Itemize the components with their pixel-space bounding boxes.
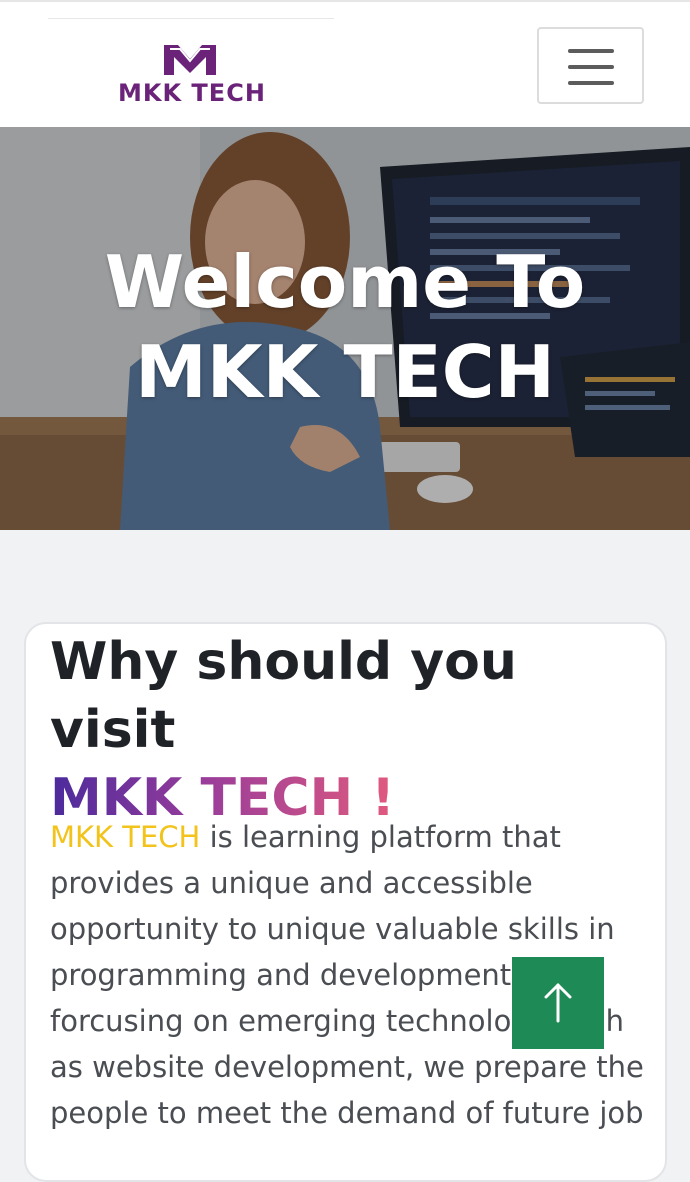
why-visit-card: Why should you visit MKK TECH ! MKK TECH… <box>24 622 667 1182</box>
arrow-up-icon <box>544 983 572 1023</box>
menu-toggle-button[interactable] <box>537 27 644 104</box>
card-body-brand: MKK TECH <box>50 820 201 854</box>
top-navbar: MKK TECH <box>0 0 690 127</box>
scroll-to-top-button[interactable] <box>512 957 604 1049</box>
hamburger-icon <box>568 49 614 53</box>
logo-text: MKK TECH <box>118 79 266 107</box>
card-title-prefix: Why should you visit <box>50 632 517 760</box>
hero-banner: Welcome To MKK TECH <box>0 127 690 530</box>
card-title: Why should you visit MKK TECH ! <box>50 628 660 832</box>
hamburger-icon <box>568 81 614 85</box>
hamburger-icon <box>568 65 614 69</box>
hero-title: Welcome To MKK TECH <box>0 237 690 417</box>
hero-title-line2: MKK TECH <box>135 330 555 414</box>
hero-title-line1: Welcome To <box>104 240 586 324</box>
logo-mark-icon <box>164 45 216 75</box>
site-logo[interactable]: MKK TECH <box>48 18 334 114</box>
